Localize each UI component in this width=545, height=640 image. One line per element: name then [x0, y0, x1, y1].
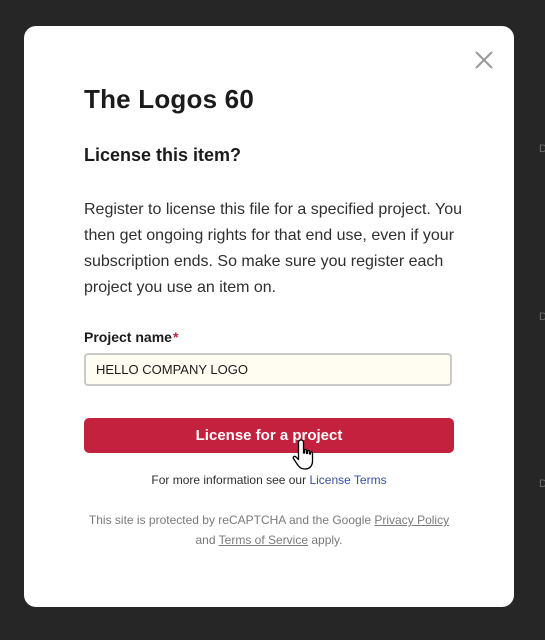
license-terms-link[interactable]: License Terms — [309, 473, 386, 487]
terms-of-service-link[interactable]: Terms of Service — [219, 533, 308, 547]
close-button[interactable] — [472, 48, 496, 72]
project-name-label-text: Project name — [84, 329, 172, 345]
privacy-policy-link[interactable]: Privacy Policy — [374, 513, 449, 527]
info-text: For more information see our — [151, 473, 307, 487]
recaptcha-notice: This site is protected by reCAPTCHA and … — [84, 510, 454, 550]
license-info: For more information see our License Ter… — [24, 473, 514, 487]
background-text-fragment: D — [539, 479, 545, 489]
modal-description: Register to license this file for a spec… — [84, 201, 462, 296]
recaptcha-suffix: apply. — [311, 533, 343, 547]
license-modal: The Logos 60 License this item? Register… — [24, 26, 514, 607]
license-for-project-button[interactable]: License for a project — [84, 418, 454, 453]
background-text-fragment: D — [539, 312, 545, 322]
modal-title: The Logos 60 — [84, 84, 254, 114]
project-name-label: Project name* — [84, 329, 178, 345]
recaptcha-and: and — [195, 533, 216, 547]
required-asterisk: * — [172, 329, 179, 345]
project-name-input[interactable] — [84, 353, 452, 386]
recaptcha-prefix: This site is protected by reCAPTCHA and … — [88, 513, 372, 527]
modal-subtitle: License this item? — [84, 145, 242, 165]
background-text-fragment: D — [539, 144, 545, 154]
close-icon — [475, 51, 493, 69]
